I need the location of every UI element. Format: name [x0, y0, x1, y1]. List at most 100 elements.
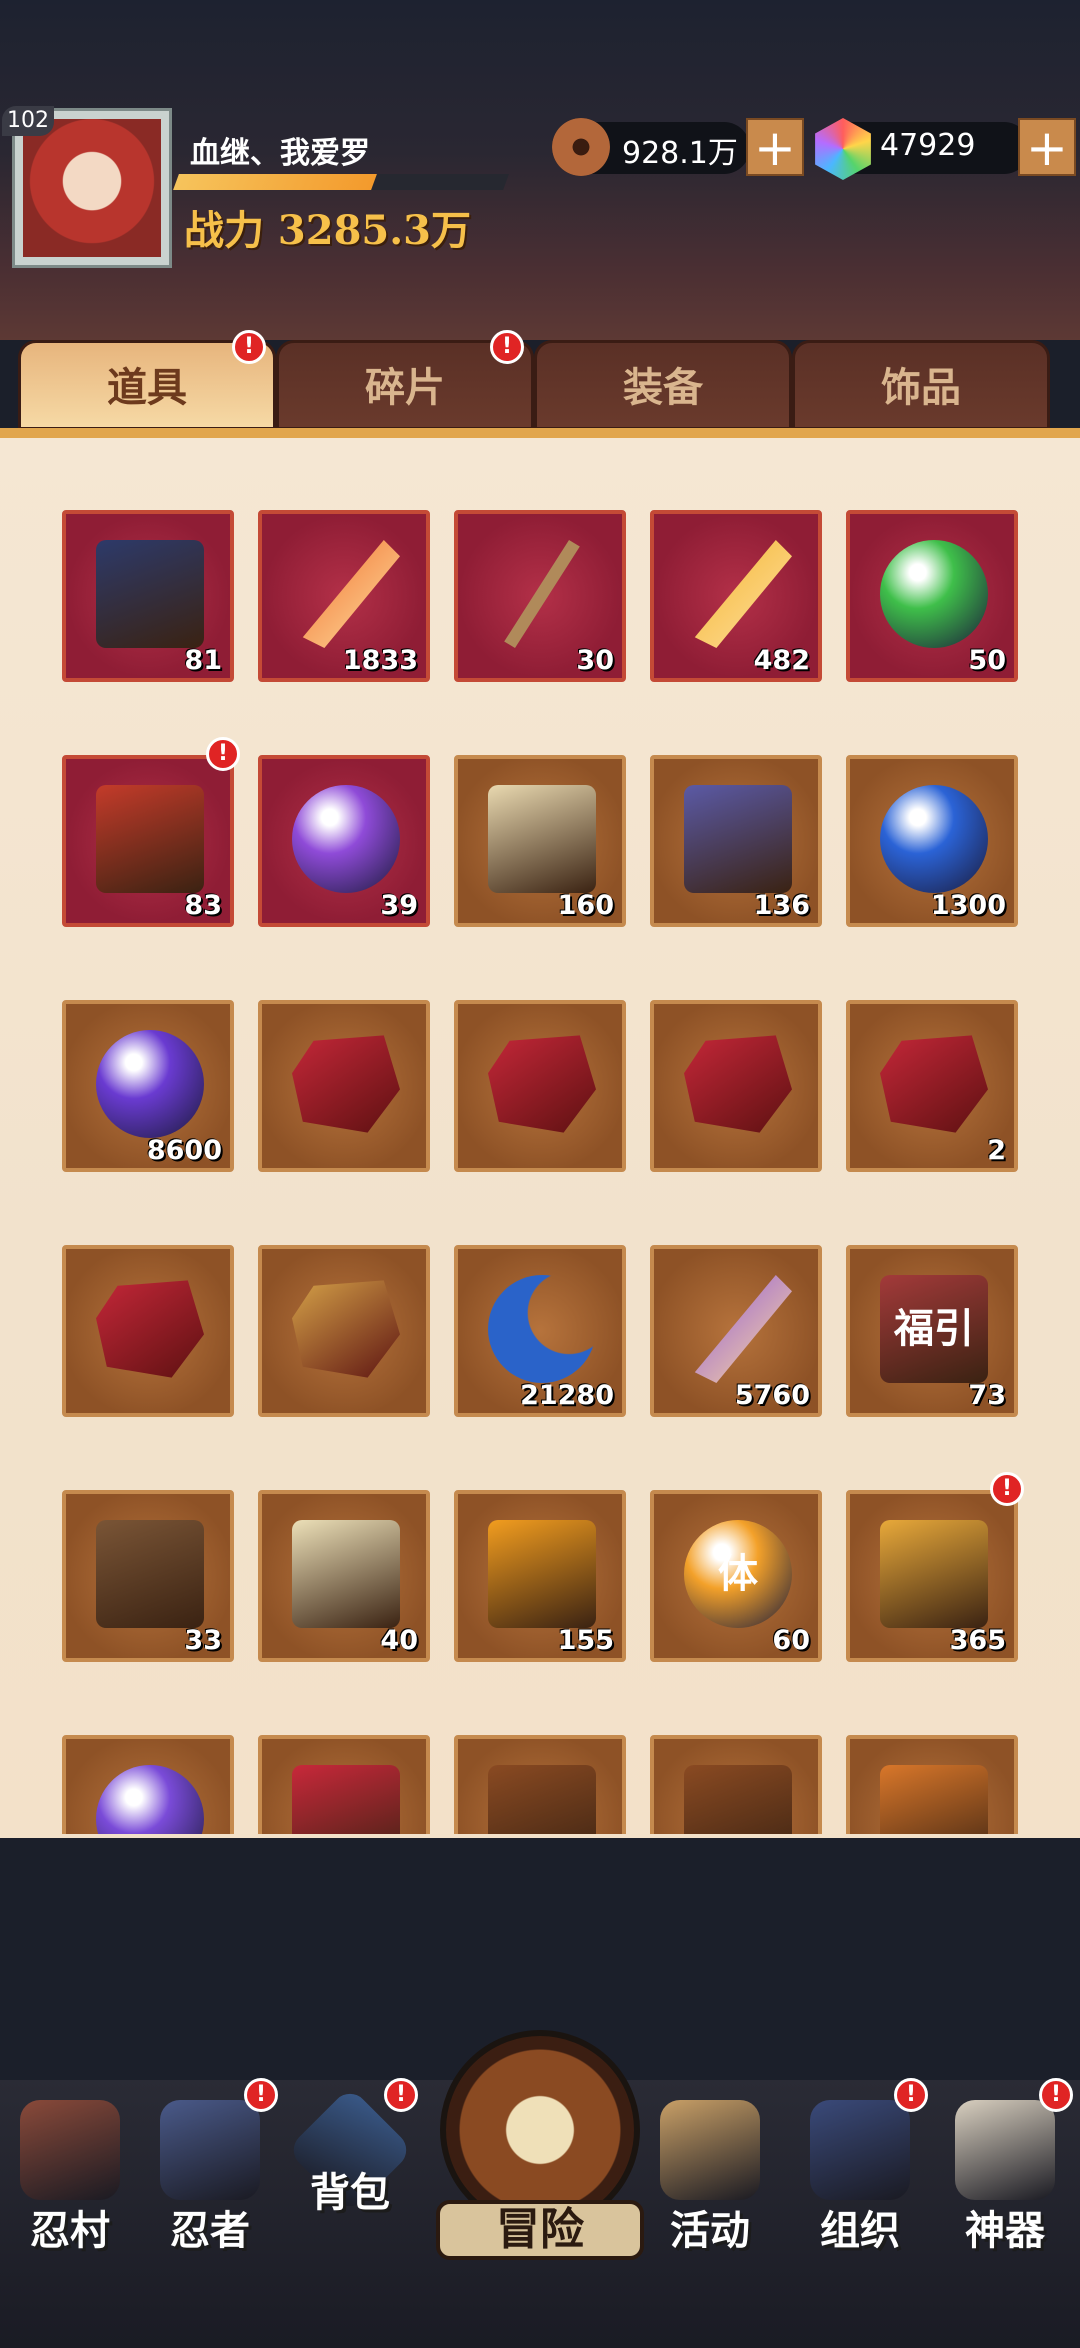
jade-charm-icon: [880, 540, 988, 648]
inventory-item[interactable]: 81: [62, 510, 234, 682]
inventory-item[interactable]: [454, 1000, 626, 1172]
artifact-scroll-icon: [955, 2100, 1055, 2200]
inventory-item[interactable]: [454, 1735, 626, 1834]
feather-icon: [302, 540, 400, 648]
purple-orb-icon: [96, 1030, 204, 1138]
level-badge: 102: [2, 106, 54, 136]
stamina-medal-icon: 体: [684, 1520, 792, 1628]
inventory-panel: 81 1833 30 482 50 83! 39 160 136 1300 8600 2 21280 57…: [0, 438, 1080, 1838]
coin-amount: 928.1万: [622, 136, 738, 171]
organization-icon: [810, 2100, 910, 2200]
ninja-icon: [160, 2100, 260, 2200]
inventory-item[interactable]: 1300: [846, 755, 1018, 927]
inventory-item[interactable]: 30: [454, 510, 626, 682]
item-count: 73: [968, 1380, 1006, 1411]
inventory-item[interactable]: 39: [258, 755, 430, 927]
item-count: 30: [576, 645, 614, 676]
combat-power: 战力 3285.3万: [184, 207, 472, 254]
nav-label: 组织: [820, 2207, 900, 2254]
inventory-item[interactable]: 21280: [454, 1245, 626, 1417]
nav-alert-badge: !: [1039, 2078, 1073, 2112]
jar-icon: [880, 1765, 988, 1834]
item-count: 33: [184, 1625, 222, 1656]
coin-icon: [552, 118, 610, 176]
tab-4[interactable]: 饰品: [792, 340, 1050, 430]
item-count: 50: [968, 645, 1006, 676]
inventory-item[interactable]: 136: [650, 755, 822, 927]
item-count: 39: [380, 890, 418, 921]
map-scroll-icon: [488, 785, 596, 893]
adventure-label: 冒险: [436, 2200, 644, 2260]
exp-bar: [173, 174, 509, 190]
exp-bar-fill: [173, 174, 377, 190]
inventory-item[interactable]: [258, 1245, 430, 1417]
inventory-item[interactable]: [650, 1000, 822, 1172]
fan-icon: [292, 1765, 400, 1834]
adventure-button[interactable]: 冒险: [436, 2010, 644, 2260]
item-count: 21280: [520, 1380, 614, 1411]
inventory-item[interactable]: 83: [62, 755, 234, 927]
item-count: 40: [380, 1625, 418, 1656]
player-name: 血继、我爱罗: [190, 136, 370, 171]
inventory-item[interactable]: 365: [846, 1490, 1018, 1662]
village-gate-icon: [20, 2100, 120, 2200]
inventory-item[interactable]: 福引 73: [846, 1245, 1018, 1417]
add-gems-button[interactable]: +: [1018, 118, 1076, 176]
nav-label: 神器: [965, 2207, 1045, 2254]
tab-alert-badge: !: [232, 330, 266, 364]
inventory-item[interactable]: [62, 1735, 234, 1834]
nav-backpack[interactable]: 背包!: [280, 2078, 420, 2260]
inventory-item[interactable]: [258, 1735, 430, 1834]
item-alert-badge: !: [990, 1472, 1024, 1506]
item-count: 8600: [146, 1135, 222, 1166]
item-count: 83: [184, 890, 222, 921]
inventory-item[interactable]: 2: [846, 1000, 1018, 1172]
inventory-item[interactable]: 160: [454, 755, 626, 927]
key-icon: [96, 1520, 204, 1628]
drum-icon: [660, 2100, 760, 2200]
nav-organization[interactable]: 组织!: [790, 2078, 930, 2260]
nav-village-gate[interactable]: 忍村: [0, 2100, 140, 2260]
target-stone-icon: [880, 1035, 988, 1133]
scroll-icon: [96, 540, 204, 648]
rope-icon: [488, 1765, 596, 1834]
inventory-item[interactable]: [650, 1735, 822, 1834]
item-count: 1300: [930, 890, 1006, 921]
nav-drum[interactable]: 活动: [640, 2100, 780, 2260]
nav-alert-badge: !: [384, 2078, 418, 2112]
inventory-item[interactable]: 155: [454, 1490, 626, 1662]
inventory-item[interactable]: 8600: [62, 1000, 234, 1172]
item-count: 60: [772, 1625, 810, 1656]
inventory-item[interactable]: 482: [650, 510, 822, 682]
inventory-item[interactable]: 5760: [650, 1245, 822, 1417]
inventory-item[interactable]: 40: [258, 1490, 430, 1662]
inventory-item[interactable]: 体 60: [650, 1490, 822, 1662]
item-count: 155: [557, 1625, 614, 1656]
item-count: 2: [987, 1135, 1006, 1166]
item-count: 365: [949, 1625, 1006, 1656]
amber-icon: [488, 1520, 596, 1628]
nav-artifact-scroll[interactable]: 神器!: [935, 2078, 1075, 2260]
gourd-icon: [684, 1765, 792, 1834]
gift-box-icon: [96, 785, 204, 893]
eye-stone-icon: [96, 1280, 204, 1378]
item-count: 81: [184, 645, 222, 676]
inventory-item[interactable]: 50: [846, 510, 1018, 682]
inventory-item[interactable]: 33: [62, 1490, 234, 1662]
nav-alert-badge: !: [894, 2078, 928, 2112]
shield-stone-icon: [292, 1035, 400, 1133]
fist-stone-icon: [488, 1035, 596, 1133]
item-grid: 81 1833 30 482 50 83! 39 160 136 1300 8600 2 21280 57…: [0, 438, 1080, 1834]
nav-ninja[interactable]: 忍者!: [140, 2078, 280, 2260]
inventory-item[interactable]: 1833: [258, 510, 430, 682]
add-coins-button[interactable]: +: [746, 118, 804, 176]
brush-stone-icon: [684, 1035, 792, 1133]
nav-label: 背包: [310, 2169, 390, 2216]
avatar-portrait: [23, 119, 161, 257]
inventory-item[interactable]: [258, 1000, 430, 1172]
inventory-item[interactable]: [62, 1245, 234, 1417]
golden-box-icon: [880, 1520, 988, 1628]
tab-3[interactable]: 装备: [534, 340, 792, 430]
nav-label: 忍者: [170, 2207, 250, 2254]
inventory-item[interactable]: [846, 1735, 1018, 1834]
